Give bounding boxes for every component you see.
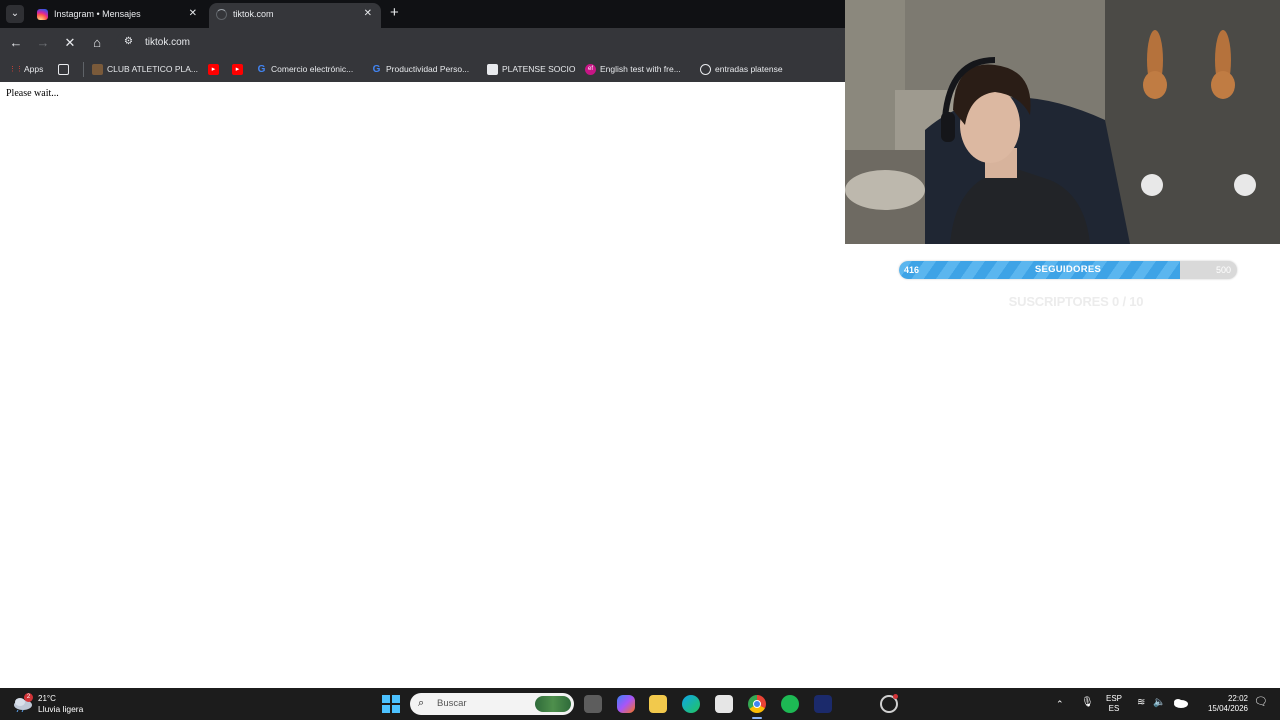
browser-window: ⌄ Instagram • Mensajes ✕ tiktok.com ✕ + … (0, 0, 845, 82)
tab-title: tiktok.com (233, 9, 274, 19)
bookmark-youtube-1[interactable]: ▸ (208, 62, 223, 77)
globe-icon (700, 64, 711, 76)
goal-max-value: 500 (1215, 265, 1231, 275)
apps-grid-icon: ⋮⋮ (9, 66, 23, 74)
close-icon[interactable]: ✕ (364, 3, 372, 25)
app-icon[interactable] (814, 695, 832, 713)
tab-search-button[interactable]: ⌄ (6, 5, 24, 23)
language-indicator[interactable]: ESP ES (1106, 694, 1122, 714)
forward-button[interactable]: → (33, 33, 53, 53)
tab-tiktok[interactable]: tiktok.com ✕ (209, 3, 381, 28)
tab-instagram[interactable]: Instagram • Mensajes ✕ (30, 3, 206, 28)
start-icon[interactable] (382, 695, 400, 713)
address-bar[interactable]: ⚙ tiktok.com (116, 31, 841, 54)
clock-time: 22:02 (1227, 694, 1248, 703)
site-settings-icon[interactable]: ⚙ (124, 35, 138, 49)
taskbar-search[interactable]: ⌕ Buscar (410, 693, 574, 715)
edge-icon[interactable] (682, 695, 700, 713)
clock[interactable]: 22:02 15/04/2026 (1200, 694, 1248, 714)
search-highlight-image (535, 696, 571, 712)
bookmark-comercio[interactable]: G Comercio electrónic... (256, 62, 354, 77)
copilot-icon[interactable] (617, 695, 635, 713)
loading-icon (216, 9, 227, 20)
tab-groups-icon (58, 64, 69, 76)
active-app-indicator (752, 717, 762, 719)
volume-icon[interactable]: 🔈 (1153, 698, 1165, 708)
spotify-icon[interactable] (781, 695, 799, 713)
ef-icon: ef (585, 64, 596, 76)
address-url: tiktok.com (145, 37, 191, 48)
taskbar: 2 21°C Lluvia ligera ⌕ Buscar ⌃ 🎙 ESP ES… (0, 688, 1280, 720)
chrome-icon[interactable] (748, 695, 766, 713)
stop-loading-button[interactable]: ✕ (60, 33, 80, 53)
clock-date: 15/04/2026 (1207, 704, 1248, 713)
webcam-feed (845, 0, 1280, 244)
bookmark-productividad[interactable]: G Productividad Perso... (371, 62, 470, 77)
bookmarks-separator (83, 62, 84, 77)
bookmark-entradas[interactable]: entradas platense (700, 62, 783, 77)
weather-temp: 21°C (38, 694, 56, 703)
home-button[interactable]: ⌂ (87, 33, 107, 53)
youtube-icon: ▸ (208, 64, 219, 76)
search-icon: ⌕ (418, 697, 425, 709)
browser-toolbar: ← → ✕ ⌂ ⚙ tiktok.com (0, 28, 845, 57)
bookmark-apps[interactable]: ⋮⋮Apps (9, 62, 43, 77)
microphone-icon[interactable]: 🎙 (1081, 698, 1094, 708)
show-hidden-icons-button[interactable]: ⌃ (1056, 699, 1064, 709)
close-icon[interactable]: ✕ (189, 3, 197, 25)
instagram-icon (37, 9, 48, 20)
tab-title: Instagram • Mensajes (54, 9, 141, 19)
store-icon[interactable] (715, 695, 733, 713)
file-explorer-icon[interactable] (649, 695, 667, 713)
weather-desc: Lluvia ligera (38, 704, 84, 714)
new-tab-button[interactable]: + (390, 4, 399, 22)
search-placeholder: Buscar (437, 698, 467, 709)
google-icon: G (257, 64, 266, 76)
tab-strip: ⌄ Instagram • Mensajes ✕ tiktok.com ✕ + (0, 0, 845, 28)
notifications-icon[interactable]: 🗨 (1254, 697, 1268, 708)
goal-label: SEGUIDORES (1034, 264, 1102, 275)
bookmark-youtube-2[interactable]: ▸ (232, 62, 247, 77)
follower-goal-bar: 416 SEGUIDORES 500 (899, 261, 1237, 279)
bookmark-club-atletico[interactable]: CLUB ATLETICO PLA... (92, 62, 198, 77)
bookmark-tab-groups[interactable] (58, 62, 73, 77)
platense-icon (487, 64, 498, 76)
task-view-icon[interactable] (584, 695, 602, 713)
bookmark-platense-socio[interactable]: PLATENSE SOCIO (487, 62, 576, 77)
google-icon: G (372, 64, 381, 76)
youtube-icon: ▸ (232, 64, 243, 76)
recording-dot (893, 694, 898, 699)
onedrive-icon[interactable] (1172, 698, 1188, 708)
bookmark-english-test[interactable]: ef English test with fre... (585, 62, 681, 77)
please-wait-message: Please wait... (6, 88, 59, 99)
subscribers-counter: SUSCRIPTORES 0 / 10 (1008, 294, 1144, 309)
club-crest-icon (92, 64, 103, 76)
back-button[interactable]: ← (6, 33, 26, 53)
bookmarks-bar: ⋮⋮Apps CLUB ATLETICO PLA... ▸ ▸ G Comerci… (0, 57, 845, 82)
page-content: Please wait... (0, 82, 845, 688)
webcam-image (845, 0, 1280, 244)
wifi-icon[interactable]: ≋ (1137, 698, 1145, 708)
weather-badge: 2 (24, 693, 33, 702)
